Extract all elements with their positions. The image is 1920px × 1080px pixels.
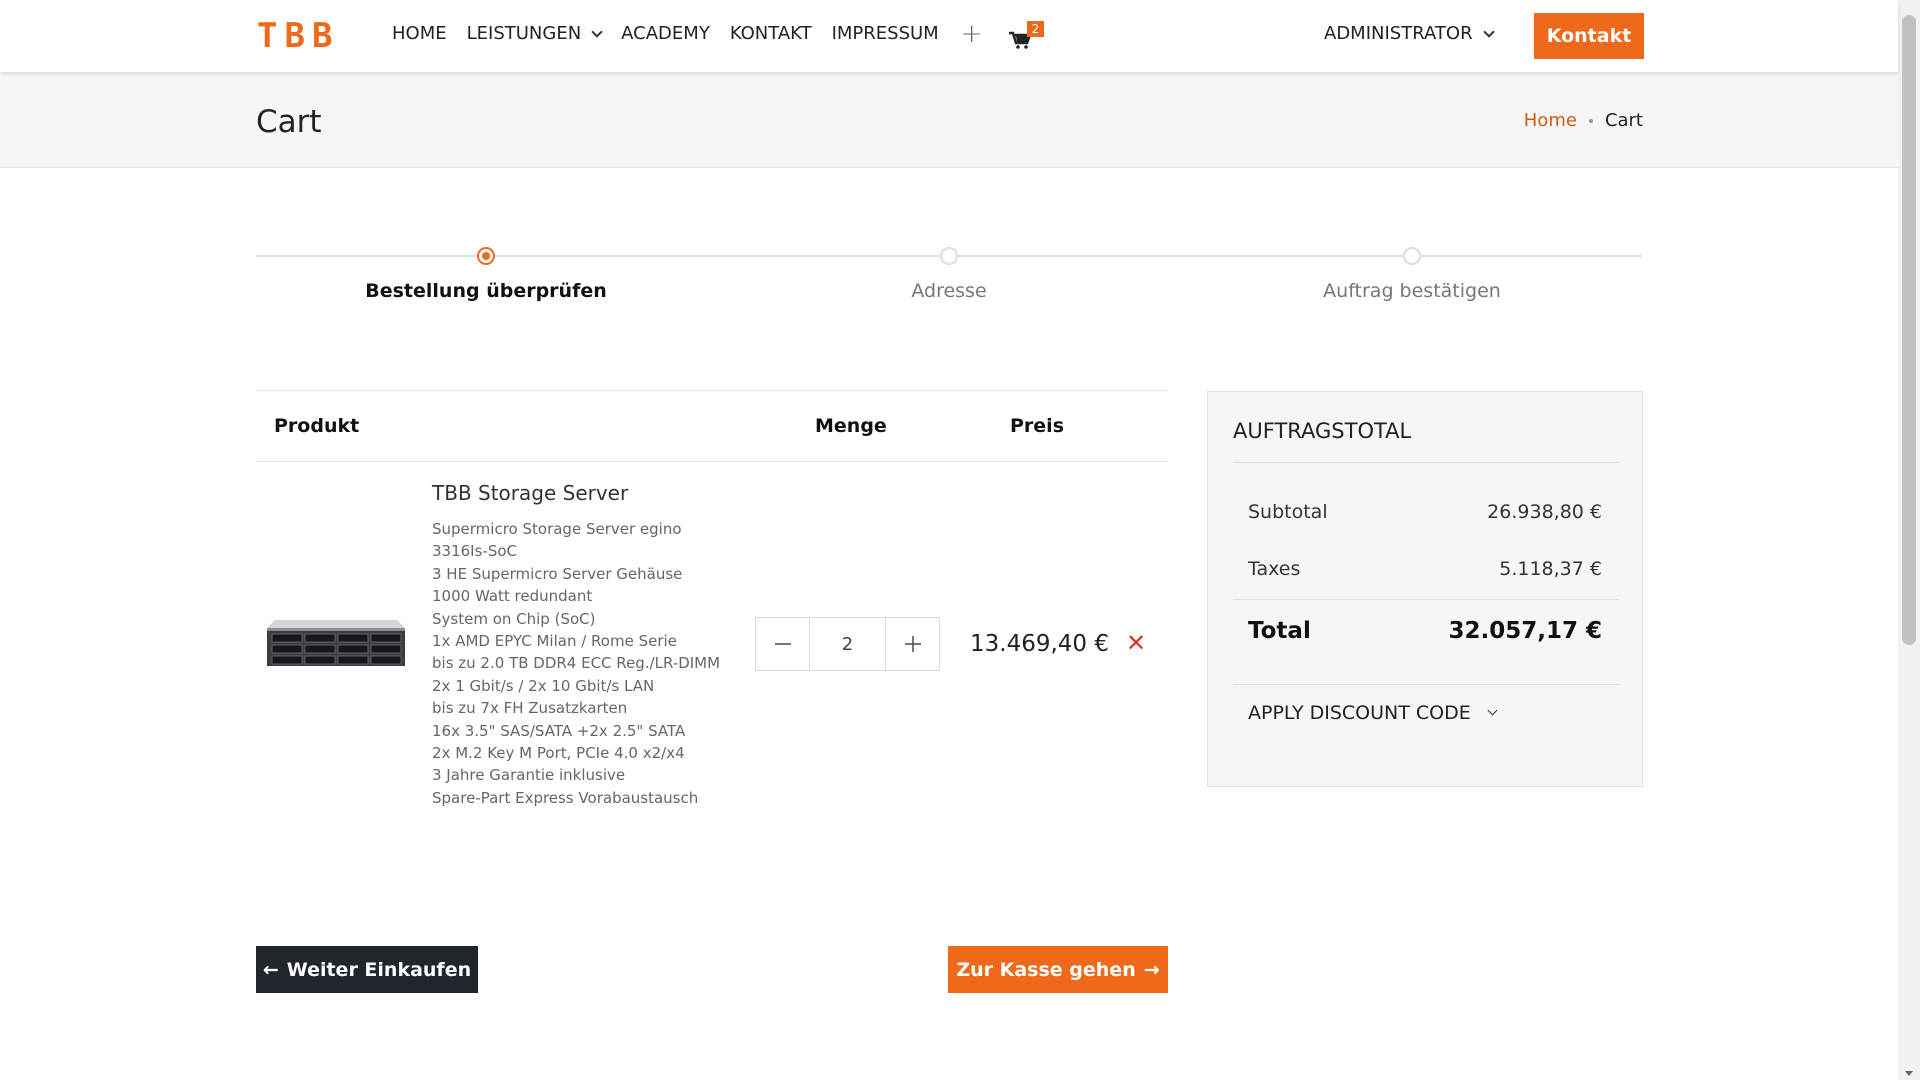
minus-icon <box>774 643 791 645</box>
nav-leistungen-label: LEISTUNGEN <box>466 23 582 44</box>
tbb-logo[interactable]: TBB <box>257 17 339 55</box>
kontakt-button[interactable]: Kontakt <box>1534 13 1644 59</box>
taxes-label: Taxes <box>1248 558 1301 580</box>
cart-count-badge: 2 <box>1027 21 1044 37</box>
summary-divider <box>1233 462 1619 463</box>
chevron-down-icon <box>1487 705 1498 716</box>
checkout-label: Zur Kasse gehen <box>956 958 1136 981</box>
table-top-divider <box>256 390 1168 391</box>
chevron-down-icon <box>591 25 603 38</box>
chevron-down-icon <box>1482 25 1495 38</box>
product-description: Supermicro Storage Server egino 3316Is-S… <box>432 518 732 809</box>
product-spec-line: Supermicro Storage Server egino <box>432 520 682 538</box>
nav-impressum[interactable]: IMPRESSUM <box>832 22 939 46</box>
nav-kontakt[interactable]: KONTAKT <box>730 22 812 46</box>
nav-home[interactable]: HOME <box>392 22 447 46</box>
summary-title: AUFTRAGSTOTAL <box>1233 419 1412 443</box>
product-spec-line: 2x M.2 Key M Port, PCIe 4.0 x2/x4 <box>432 744 685 763</box>
step-1-dot <box>477 247 495 265</box>
product-spec-line: 1000 Watt redundant <box>432 587 593 606</box>
product-name[interactable]: TBB Storage Server <box>432 480 628 506</box>
product-spec-line: 16x 3.5" SAS/SATA +2x 2.5" SATA <box>432 721 686 740</box>
column-header-quantity: Menge <box>815 415 887 437</box>
product-spec-line: System on Chip (SoC) <box>432 609 596 628</box>
page-title-band: Cart Home Cart <box>0 72 1898 168</box>
product-spec-line: 3 HE Supermicro Server Gehäuse <box>432 564 683 583</box>
step-3-dot <box>1403 247 1421 265</box>
summary-divider <box>1233 599 1619 600</box>
step-2-dot <box>940 247 958 265</box>
user-menu-label: ADMINISTRATOR <box>1324 23 1473 44</box>
continue-shopping-button[interactable]: ← Weiter Einkaufen <box>256 946 478 993</box>
product-spec-line: 3316Is-SoC <box>432 542 517 561</box>
product-image[interactable] <box>265 614 407 672</box>
table-header-divider <box>256 461 1168 462</box>
order-summary: AUFTRAGSTOTAL Subtotal 26.938,80 € Taxes… <box>1207 391 1643 787</box>
user-menu[interactable]: ADMINISTRATOR <box>1324 22 1495 46</box>
product-spec-line: Spare-Part Express Vorabaustausch <box>432 788 699 807</box>
summary-divider <box>1233 684 1619 685</box>
discount-label: APPLY DISCOUNT CODE <box>1248 702 1471 724</box>
plus-icon[interactable]: + <box>961 21 983 47</box>
apply-discount-toggle[interactable]: APPLY DISCOUNT CODE <box>1248 700 1498 726</box>
product-spec-line: 3 Jahre Garantie inklusive <box>432 766 626 785</box>
page-scrollbar[interactable] <box>1898 0 1920 1080</box>
scroll-down-arrow-icon[interactable] <box>1905 1071 1913 1076</box>
decrease-quantity-button[interactable] <box>756 618 809 670</box>
quantity-stepper <box>755 617 940 671</box>
subtotal-value: 26.938,80 € <box>1487 501 1602 523</box>
nav-impressum-label: IMPRESSUM <box>831 23 939 44</box>
quantity-input[interactable] <box>809 618 886 670</box>
breadcrumb-separator <box>1588 119 1593 123</box>
product-spec-line: 1x AMD EPYC Milan / Rome Serie <box>432 632 677 651</box>
total-label: Total <box>1248 618 1311 644</box>
remove-item-icon[interactable]: ✕ <box>1126 628 1146 658</box>
step-1-label: Bestellung überprüfen <box>365 280 607 302</box>
product-spec-line: 2x 1 Gbit/s / 2x 10 Gbit/s LAN <box>432 676 655 695</box>
product-spec-line: bis zu 2.0 TB DDR4 ECC Reg./LR-DIMM <box>432 654 721 673</box>
nav-leistungen[interactable]: LEISTUNGEN <box>466 22 603 46</box>
nav-academy-label: ACADEMY <box>621 23 710 44</box>
continue-shopping-label: Weiter Einkaufen <box>286 958 472 981</box>
arrow-left-icon: ← <box>262 958 279 981</box>
step-3-label: Auftrag bestätigen <box>1323 280 1501 302</box>
product-spec-line: bis zu 7x FH Zusatzkarten <box>432 699 628 718</box>
taxes-value: 5.118,37 € <box>1499 558 1602 580</box>
checkout-button[interactable]: Zur Kasse gehen → <box>948 946 1168 993</box>
breadcrumb-current: Cart <box>1604 110 1643 131</box>
nav-academy[interactable]: ACADEMY <box>621 22 710 46</box>
column-header-price: Preis <box>1010 415 1065 437</box>
breadcrumb: Home Cart <box>1524 109 1643 133</box>
breadcrumb-home-link[interactable]: Home <box>1524 109 1577 133</box>
plus-icon <box>904 636 921 652</box>
nav-home-label: HOME <box>392 23 447 44</box>
top-header: TBB HOME LEISTUNGEN ACADEMY KONTAKT IMPR… <box>0 0 1898 72</box>
arrow-right-icon: → <box>1143 958 1160 981</box>
increase-quantity-button[interactable] <box>886 618 939 670</box>
main-nav: HOME LEISTUNGEN ACADEMY KONTAKT IMPRESSU… <box>392 21 983 47</box>
line-item-price: 13.469,40 € <box>970 631 1109 657</box>
step-2-label: Adresse <box>911 280 987 302</box>
total-value: 32.057,17 € <box>1448 618 1602 644</box>
scrollbar-thumb[interactable] <box>1902 15 1916 645</box>
column-header-product: Produkt <box>274 415 360 437</box>
page-title: Cart <box>256 104 322 140</box>
subtotal-label: Subtotal <box>1248 501 1328 523</box>
nav-kontakt-label: KONTAKT <box>729 23 812 44</box>
